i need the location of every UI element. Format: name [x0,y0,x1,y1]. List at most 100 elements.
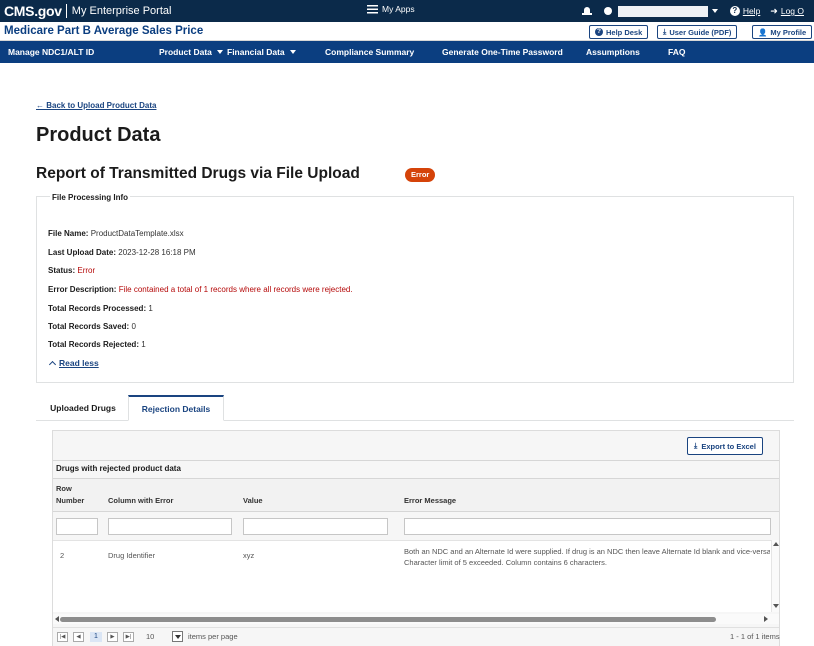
nav-compliance-summary[interactable]: Compliance Summary [325,47,414,57]
nav-assumptions[interactable]: Assumptions [586,47,640,57]
help-desk-button[interactable]: ? Help Desk [589,25,649,39]
back-link[interactable]: ← Back to Upload Product Data [36,101,156,110]
cell-column: Drug Identifier [108,551,156,560]
col-header-row[interactable]: Row [56,484,72,493]
user-name-redacted[interactable] [617,5,708,17]
grid-header [53,478,779,512]
my-apps-link[interactable]: My Apps [367,4,415,14]
read-less-link[interactable]: Read less [48,358,99,369]
help-label: Help [742,6,761,16]
chevron-up-icon [48,360,57,369]
export-to-excel-button[interactable]: ⤓ Export to Excel [687,437,763,455]
scroll-left-icon[interactable] [55,616,59,622]
tab-rejection-details[interactable]: Rejection Details [128,395,224,421]
info-label: Status: [48,266,76,275]
apps-menu-icon [367,4,378,14]
info-file-name: File Name: ProductDataTemplate.xlsx [48,229,184,238]
grid-pager [53,627,779,646]
brand-divider [65,4,67,18]
nav-label: FAQ [668,47,686,57]
next-page-button[interactable]: ▶ [107,632,118,642]
portal-name: My Enterprise Portal [71,5,172,17]
col-header-error-message[interactable]: Error Message [404,496,456,505]
info-value: File contained a total of 1 records wher… [118,285,353,294]
nav-label: Generate One-Time Password [442,47,563,57]
scroll-down-icon[interactable] [773,604,779,608]
col-header-column-with-error[interactable]: Column with Error [108,496,173,505]
logout-label: Log O [780,6,804,16]
error-line-1: Both an NDC and an Alternate Id were sup… [404,547,770,556]
current-page[interactable]: 1 [90,632,102,642]
error-line-2: Character limit of 5 exceeded. Column co… [404,558,608,567]
nav-manage-ndc[interactable]: Manage NDC1/ALT ID [8,47,94,57]
my-profile-label: My Profile [770,27,807,37]
download-icon: ⤓ [663,27,667,36]
info-label: Last Upload Date: [48,248,117,257]
my-profile-button[interactable]: 👤 My Profile [752,25,813,39]
info-value: 1 [141,340,146,349]
cell-row-number: 2 [60,551,65,560]
grid-divider [53,460,779,461]
nav-label: Compliance Summary [325,47,415,57]
chevron-down-icon [289,50,296,54]
app-title[interactable]: Medicare Part B Average Sales Price [4,25,203,37]
nav-faq[interactable]: FAQ [668,47,685,57]
nav-label: Product Data [159,47,212,57]
nav-generate-otp[interactable]: Generate One-Time Password [442,47,563,57]
chevron-down-icon [216,50,223,54]
nav-product-data[interactable]: Product Data [159,47,223,57]
filter-error-message-input[interactable] [404,518,771,535]
help-desk-label: Help Desk [606,27,643,37]
portal-brand[interactable]: CMS.gov My Enterprise Portal [0,0,171,22]
info-status: Status: Error [48,266,95,275]
user-icon [603,7,612,15]
pager-count: 1 - 1 of 1 items [730,632,780,641]
info-value: 2023-12-28 16:18 PM [118,248,196,257]
col-header-number[interactable]: Number [56,496,84,505]
export-label: Export to Excel [701,441,756,451]
items-per-page-label: items per page [188,632,238,641]
info-label: Total Records Processed: [48,304,147,313]
download-icon: ⤓ [694,441,698,450]
cell-value: xyz [243,551,255,560]
chevron-down-icon[interactable] [711,9,718,13]
help-icon: ? [729,6,740,16]
logout-icon: ➜ [770,5,778,16]
filter-column-input[interactable] [108,518,232,535]
scroll-up-icon[interactable] [773,542,779,546]
info-total-rejected: Total Records Rejected: 1 [48,340,146,349]
nav-label: Assumptions [586,47,640,57]
page-title: Product Data [36,124,161,146]
info-error-description: Error Description: File contained a tota… [48,285,353,294]
info-total-processed: Total Records Processed: 1 [48,304,153,313]
user-guide-label: User Guide (PDF) [669,27,732,37]
last-page-button[interactable]: ▶| [123,632,134,642]
first-page-button[interactable]: |◀ [57,632,68,642]
info-value: 0 [131,322,136,331]
help-desk-icon: ? [595,28,603,36]
tab-uploaded-drugs[interactable]: Uploaded Drugs [40,395,126,421]
horizontal-scroll-thumb[interactable] [60,617,716,622]
col-header-value[interactable]: Value [243,496,263,505]
bell-icon[interactable] [581,6,592,16]
my-apps-label: My Apps [382,4,415,14]
info-label: Total Records Saved: [48,322,130,331]
tab-label: Rejection Details [141,403,211,414]
user-guide-button[interactable]: ⤓ User Guide (PDF) [657,25,738,39]
help-link[interactable]: ? Help [729,6,761,16]
vertical-scrollbar[interactable] [771,540,779,612]
filter-value-input[interactable] [243,518,388,535]
scroll-right-icon[interactable] [764,616,768,622]
topbar-actions: ? Help ➜ Log O [581,0,814,22]
nav-financial-data[interactable]: Financial Data [227,47,296,57]
logout-link[interactable]: ➜ Log O [770,6,804,17]
info-value: Error [77,266,96,275]
portal-topbar: CMS.gov My Enterprise Portal My Apps ? H… [0,0,814,22]
info-label: Error Description: [48,285,117,294]
tab-label: Uploaded Drugs [50,403,116,413]
page-size-select[interactable] [172,631,183,642]
filter-row-number-input[interactable] [56,518,98,535]
app-header: Medicare Part B Average Sales Price ? He… [0,22,814,41]
prev-page-button[interactable]: ◀ [73,632,84,642]
grid-caption: Drugs with rejected product data [56,464,181,473]
